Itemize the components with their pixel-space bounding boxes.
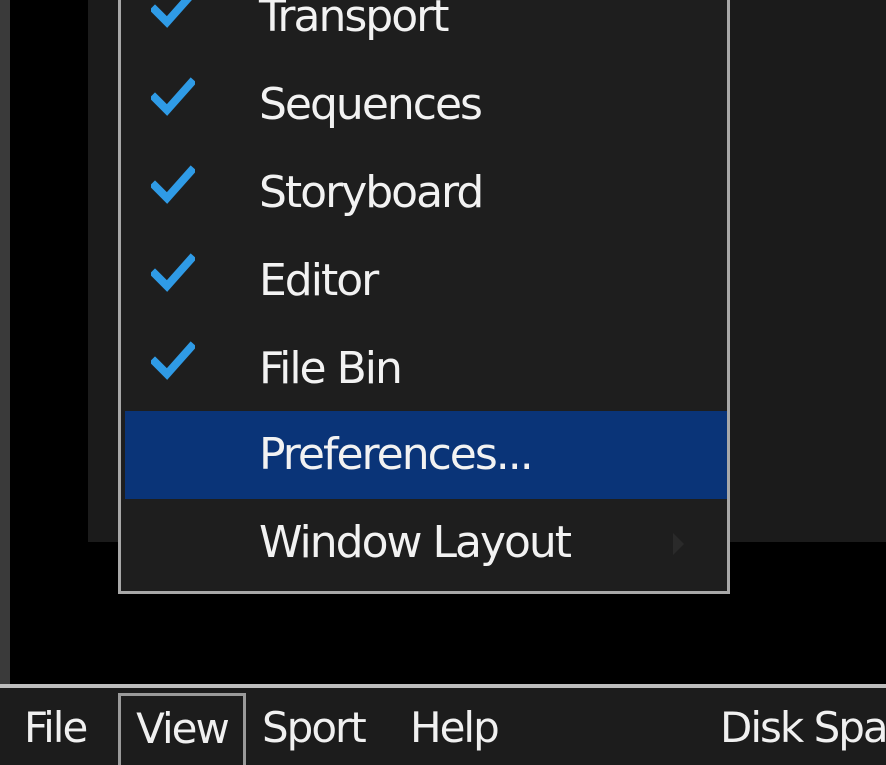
triangle-right-icon bbox=[673, 533, 684, 555]
checkmark-icon bbox=[151, 0, 192, 28]
disk-space-label: Disk Spa bbox=[720, 703, 886, 752]
menu-item-label: Editor bbox=[259, 255, 379, 306]
menu-view[interactable]: View bbox=[118, 693, 246, 765]
menu-item-editor[interactable]: Editor bbox=[125, 237, 727, 325]
menu-bar: File View Sport Help Disk Spa bbox=[0, 688, 886, 765]
checkmark-icon bbox=[151, 165, 195, 204]
menu-item-label: Transport bbox=[259, 0, 449, 42]
view-menu-dropdown: Transport Sequences Storyboard Editor Fi… bbox=[118, 0, 730, 594]
menu-item-transport[interactable]: Transport bbox=[125, 0, 727, 61]
menu-item-preferences[interactable]: Preferences... bbox=[125, 411, 727, 499]
menu-sport[interactable]: Sport bbox=[262, 696, 367, 760]
checkmark-icon bbox=[151, 77, 195, 116]
menu-file[interactable]: File bbox=[24, 696, 88, 760]
menu-item-label: Window Layout bbox=[259, 517, 572, 568]
menu-item-label: Sequences bbox=[259, 79, 483, 130]
menu-item-label: Preferences... bbox=[259, 429, 534, 480]
menu-item-file-bin[interactable]: File Bin bbox=[125, 325, 727, 413]
checkmark-icon bbox=[151, 341, 195, 380]
menu-item-label: File Bin bbox=[259, 343, 403, 394]
menu-item-storyboard[interactable]: Storyboard bbox=[125, 149, 727, 237]
checkmark-icon bbox=[151, 253, 195, 292]
menu-help[interactable]: Help bbox=[410, 696, 500, 760]
menu-item-window-layout[interactable]: Window Layout bbox=[125, 499, 727, 587]
menu-item-sequences[interactable]: Sequences bbox=[125, 61, 727, 149]
menu-item-label: Storyboard bbox=[259, 167, 484, 218]
